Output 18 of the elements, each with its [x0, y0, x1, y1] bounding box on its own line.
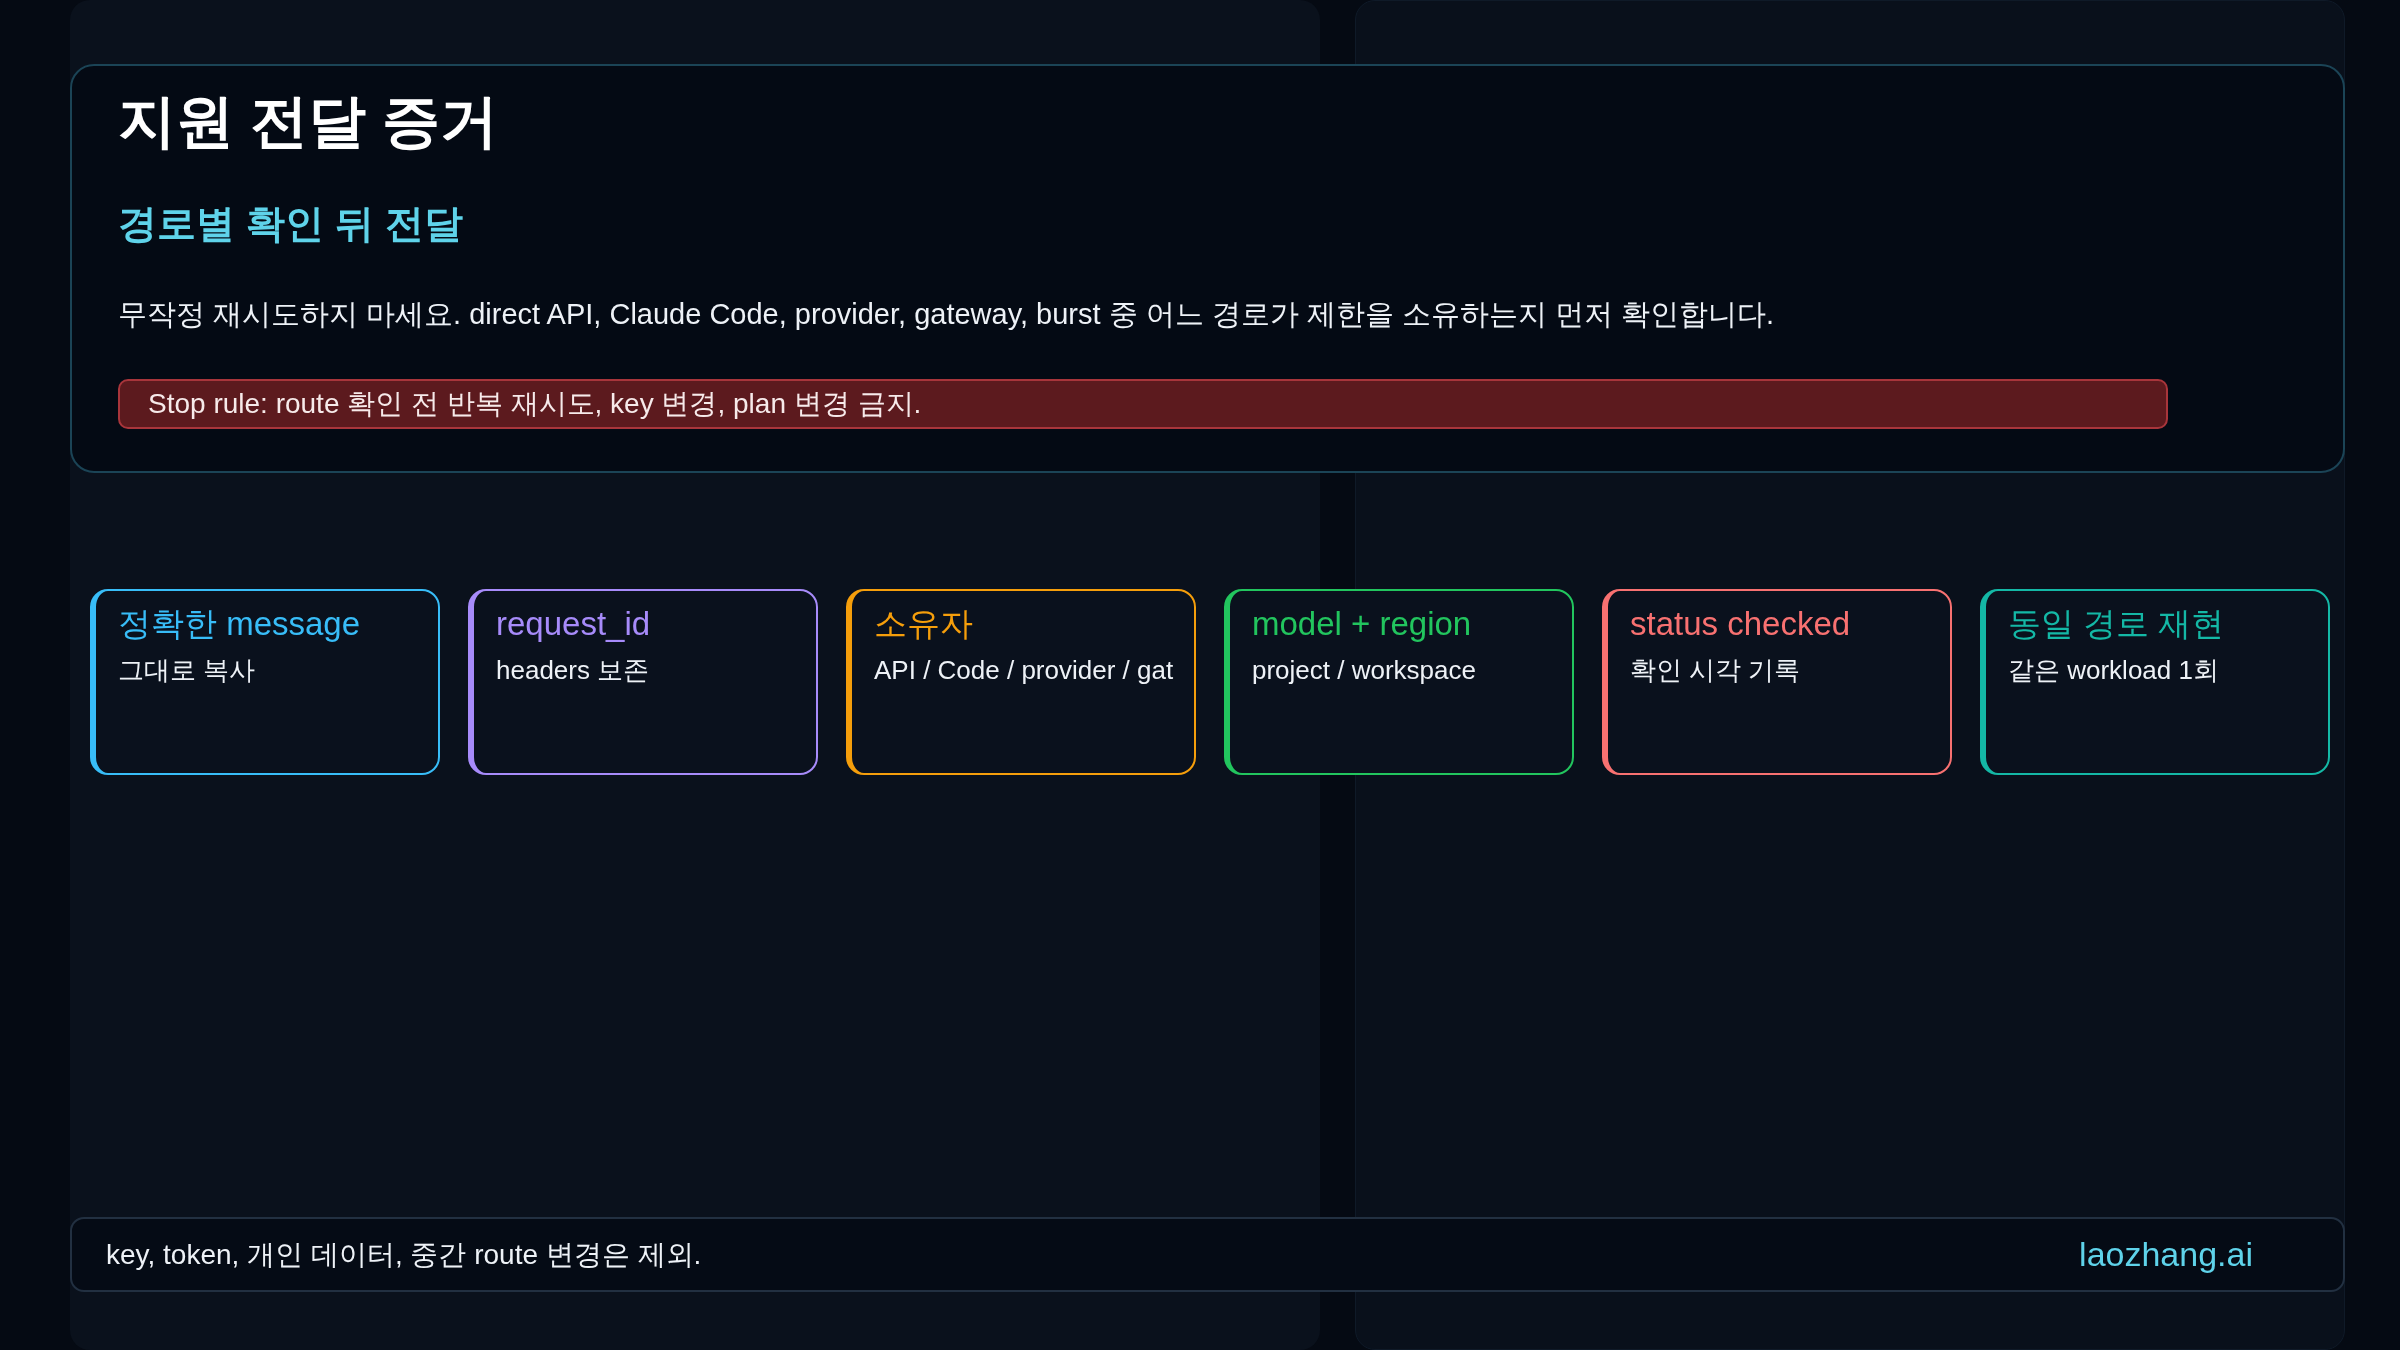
brand-label: laozhang.ai: [2079, 1234, 2253, 1275]
card-text: 같은 workload 1회: [2008, 654, 2219, 688]
panel-subtitle: 경로별 확인 뒤 전달: [118, 200, 463, 247]
card-title: status checked: [1630, 604, 1851, 644]
stop-rule-banner: Stop rule: route 확인 전 반복 재시도, key 변경, plan 변경 금지.: [118, 378, 2168, 429]
card-title: request_id: [496, 604, 651, 644]
card-text: 확인 시각 기록: [1630, 654, 1801, 688]
footer-note: key, token, 개인 데이터, 중간 route 변경은 제외.: [106, 1237, 702, 1272]
card-text: project / workspace: [1252, 654, 1476, 688]
panel-description: 무작정 재시도하지 마세요. direct API, Claude Code, provider, gateway, burst 중 어느 경로가 제한을 소유하는지 먼저 확인합니다.: [118, 297, 1775, 333]
card-text: 그대로 복사: [118, 654, 256, 688]
card-title: 소유자: [874, 604, 973, 644]
card-title: 동일 경로 재현: [2008, 604, 2225, 644]
card-text: API / Code / provider / gat: [874, 654, 1174, 688]
card-title: model + region: [1252, 604, 1472, 644]
panel-title: 지원 전달 증거: [118, 87, 499, 155]
card-title: 정확한 message: [118, 604, 361, 644]
card-text: headers 보존: [496, 654, 650, 688]
